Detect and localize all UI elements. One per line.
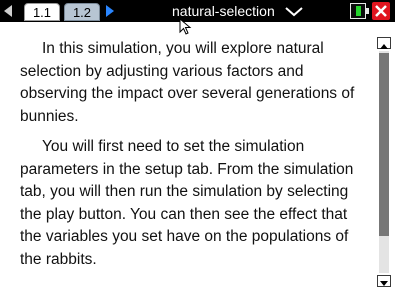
chevron-down-icon[interactable] (285, 7, 303, 17)
mouse-pointer-icon (179, 18, 192, 35)
caret-down-icon (380, 281, 388, 286)
title-bar: 1.1 1.2 natural-selection (0, 0, 395, 22)
scroll-up-button[interactable] (377, 37, 391, 49)
tab-1-1[interactable]: 1.1 (24, 3, 60, 21)
next-page-arrow-icon[interactable] (106, 5, 114, 17)
paragraph-intro: In this simulation, you will explore nat… (20, 40, 355, 125)
paragraph-instructions: You will first need to set the simulatio… (20, 138, 354, 268)
scroll-track[interactable] (379, 51, 389, 273)
caret-up-icon (380, 44, 388, 49)
notes-content[interactable]: In this simulation, you will explore nat… (20, 38, 368, 291)
close-button[interactable] (372, 2, 390, 20)
vertical-scrollbar[interactable] (377, 37, 391, 287)
tab-1-2[interactable]: 1.2 (64, 3, 100, 21)
battery-icon (350, 3, 369, 19)
close-icon (375, 5, 387, 17)
previous-page-arrow-icon[interactable] (4, 5, 12, 17)
scroll-down-button[interactable] (377, 275, 391, 287)
scroll-thumb[interactable] (379, 53, 389, 236)
